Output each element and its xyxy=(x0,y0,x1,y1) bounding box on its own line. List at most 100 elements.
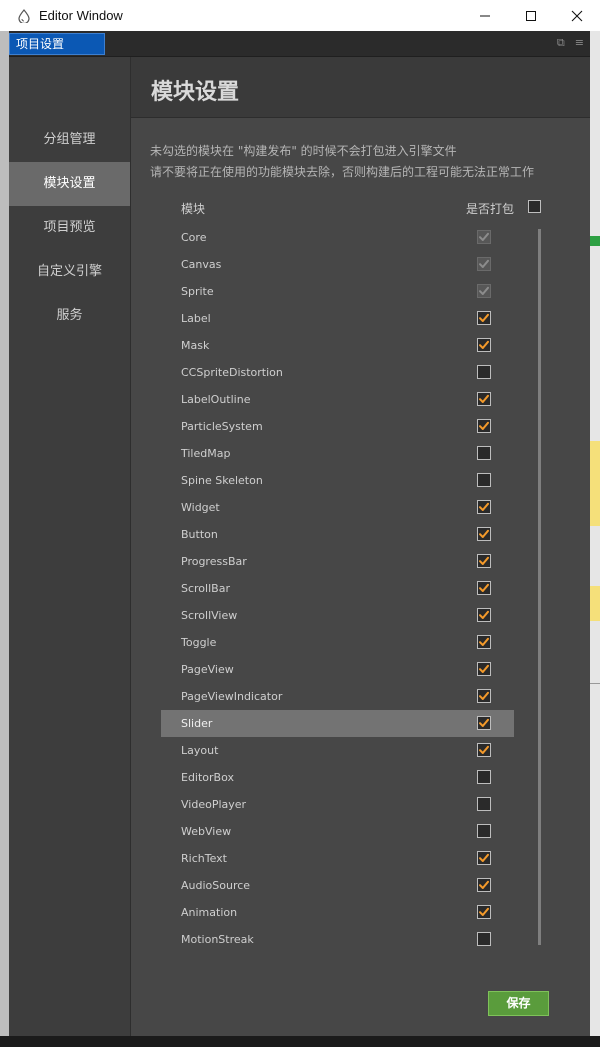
module-pack-checkbox[interactable] xyxy=(477,878,491,892)
save-button[interactable]: 保存 xyxy=(488,991,549,1016)
minimize-icon xyxy=(480,15,490,16)
checkmark-icon xyxy=(479,718,489,727)
maximize-button[interactable] xyxy=(508,0,554,31)
checkmark-icon xyxy=(479,853,489,862)
module-row[interactable]: PageViewIndicator xyxy=(161,683,514,710)
module-name: Slider xyxy=(181,717,213,730)
module-row[interactable]: Spine Skeleton xyxy=(161,467,514,494)
module-pack-checkbox[interactable] xyxy=(477,716,491,730)
module-name: Mask xyxy=(181,339,210,352)
frame-left-edge xyxy=(0,31,9,1036)
module-pack-checkbox[interactable] xyxy=(477,419,491,433)
module-name: Core xyxy=(181,231,207,244)
module-pack-checkbox[interactable] xyxy=(477,851,491,865)
module-pack-checkbox[interactable] xyxy=(477,500,491,514)
popout-icon[interactable]: ⧉ xyxy=(557,36,565,50)
module-pack-checkbox[interactable] xyxy=(477,365,491,379)
module-row[interactable]: ScrollView xyxy=(161,602,514,629)
settings-sidebar: 分组管理 模块设置 项目预览 自定义引擎 服务 xyxy=(9,57,131,1036)
module-pack-checkbox[interactable] xyxy=(477,689,491,703)
editor-tab-bar: 项目设置 ⧉ ≡ xyxy=(9,31,590,57)
checkmark-icon xyxy=(479,664,489,673)
menu-icon[interactable]: ≡ xyxy=(575,36,584,50)
module-row[interactable]: Animation xyxy=(161,899,514,926)
module-name: LabelOutline xyxy=(181,393,251,406)
background-green-marker xyxy=(590,236,600,246)
module-pack-checkbox[interactable] xyxy=(477,797,491,811)
checkmark-icon xyxy=(479,259,489,268)
module-pack-checkbox[interactable] xyxy=(477,824,491,838)
module-pack-checkbox[interactable] xyxy=(477,743,491,757)
settings-panel: 分组管理 模块设置 项目预览 自定义引擎 服务 模块设置 未勾选的模块在 "构建… xyxy=(9,57,590,1036)
background-highlight-block xyxy=(590,441,600,526)
sidebar-item-project-preview[interactable]: 项目预览 xyxy=(9,206,130,250)
module-pack-checkbox[interactable] xyxy=(477,311,491,325)
module-pack-checkbox[interactable] xyxy=(477,527,491,541)
module-row[interactable]: Label xyxy=(161,305,514,332)
checkmark-icon xyxy=(479,907,489,916)
module-name: PageView xyxy=(181,663,234,676)
module-pack-checkbox[interactable] xyxy=(477,770,491,784)
minimize-button[interactable] xyxy=(462,0,508,31)
module-row[interactable]: ScrollBar xyxy=(161,575,514,602)
module-pack-checkbox[interactable] xyxy=(477,392,491,406)
module-pack-checkbox[interactable] xyxy=(477,554,491,568)
module-pack-checkbox[interactable] xyxy=(477,446,491,460)
sidebar-item-module-settings[interactable]: 模块设置 xyxy=(9,162,130,206)
module-pack-checkbox[interactable] xyxy=(477,473,491,487)
module-name: Canvas xyxy=(181,258,222,271)
module-row[interactable]: Widget xyxy=(161,494,514,521)
module-pack-checkbox[interactable] xyxy=(477,905,491,919)
background-divider xyxy=(590,683,600,684)
checkmark-icon xyxy=(479,394,489,403)
module-row[interactable]: Layout xyxy=(161,737,514,764)
checkmark-icon xyxy=(479,610,489,619)
module-row[interactable]: AudioSource xyxy=(161,872,514,899)
checkmark-icon xyxy=(479,691,489,700)
module-pack-checkbox[interactable] xyxy=(477,608,491,622)
module-row[interactable]: LabelOutline xyxy=(161,386,514,413)
module-pack-checkbox[interactable] xyxy=(477,581,491,595)
checkmark-icon xyxy=(479,880,489,889)
module-row[interactable]: Toggle xyxy=(161,629,514,656)
module-row[interactable]: Sprite xyxy=(161,278,514,305)
module-row[interactable]: TiledMap xyxy=(161,440,514,467)
module-row[interactable]: Slider xyxy=(161,710,514,737)
module-row[interactable]: CCSpriteDistortion xyxy=(161,359,514,386)
select-all-checkbox[interactable] xyxy=(528,200,541,213)
module-row[interactable]: PageView xyxy=(161,656,514,683)
module-pack-checkbox xyxy=(477,230,491,244)
module-pack-checkbox[interactable] xyxy=(477,662,491,676)
module-name: Animation xyxy=(181,906,238,919)
module-name: Sprite xyxy=(181,285,214,298)
module-row[interactable]: Mask xyxy=(161,332,514,359)
module-row[interactable]: Core xyxy=(161,224,514,251)
module-name: PageViewIndicator xyxy=(181,690,283,703)
sidebar-item-group-manage[interactable]: 分组管理 xyxy=(9,118,130,162)
sidebar-item-services[interactable]: 服务 xyxy=(9,294,130,338)
module-row[interactable]: Button xyxy=(161,521,514,548)
module-pack-checkbox[interactable] xyxy=(477,338,491,352)
checkmark-icon xyxy=(479,421,489,430)
checkmark-icon xyxy=(479,286,489,295)
checkmark-icon xyxy=(479,232,489,241)
sidebar-item-custom-engine[interactable]: 自定义引擎 xyxy=(9,250,130,294)
module-row[interactable]: ProgressBar xyxy=(161,548,514,575)
background-window-edge xyxy=(590,31,600,1036)
description-line-2: 请不要将正在使用的功能模块去除，否则构建后的工程可能无法正常工作 xyxy=(150,165,535,179)
close-button[interactable] xyxy=(554,0,600,31)
module-row[interactable]: MotionStreak xyxy=(161,926,514,953)
module-row[interactable]: Canvas xyxy=(161,251,514,278)
module-pack-checkbox xyxy=(477,257,491,271)
module-row[interactable]: EditorBox xyxy=(161,764,514,791)
module-row[interactable]: RichText xyxy=(161,845,514,872)
module-row[interactable]: WebView xyxy=(161,818,514,845)
page-title: 模块设置 xyxy=(151,80,240,105)
module-row[interactable]: ParticleSystem xyxy=(161,413,514,440)
module-row[interactable]: VideoPlayer xyxy=(161,791,514,818)
module-pack-checkbox[interactable] xyxy=(477,932,491,946)
module-pack-checkbox[interactable] xyxy=(477,635,491,649)
module-name: CCSpriteDistortion xyxy=(181,366,283,379)
module-list-scrollbar[interactable] xyxy=(538,229,541,945)
tab-project-settings[interactable]: 项目设置 xyxy=(9,33,105,55)
